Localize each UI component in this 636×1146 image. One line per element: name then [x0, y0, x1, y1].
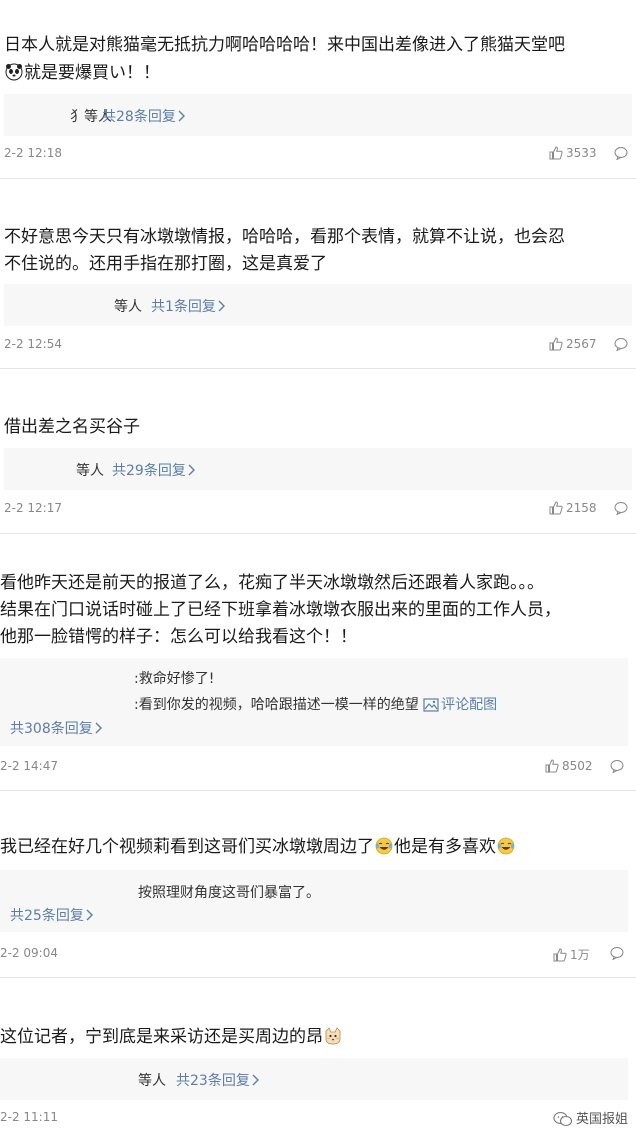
- divider: [0, 178, 636, 179]
- comment-time: 2-2 11:11: [0, 1110, 58, 1124]
- comment-time: 2-2 14:47: [0, 759, 58, 773]
- view-replies-link[interactable]: 共308条回复: [10, 718, 103, 738]
- reply-preview-box[interactable]: 等人 共1条回复: [4, 284, 632, 326]
- panda-emoji-icon: [5, 61, 23, 81]
- image-icon: [423, 698, 439, 712]
- comment-text-line: 不好意思今天只有冰墩墩情报，哈哈哈，看那个表情，就算不让说，也会忍: [4, 227, 565, 247]
- divider: [0, 790, 636, 791]
- comment-bubble-icon[interactable]: [610, 946, 624, 960]
- comment-text-line: 日本人就是对熊猫毫无抵抗力啊哈哈哈哈！来中国出差像进入了熊猫天堂吧: [4, 35, 565, 55]
- reply-preview-box[interactable]: 等人 共23条回复: [0, 1058, 628, 1100]
- thumbs-up-icon: [549, 337, 563, 351]
- chevron-right-icon: [95, 722, 102, 734]
- comment-bubble-icon[interactable]: [610, 759, 624, 773]
- like-button[interactable]: 2158: [549, 501, 597, 515]
- view-replies-link[interactable]: 共23条回复: [176, 1070, 260, 1090]
- thumbs-up-icon: [549, 501, 563, 515]
- comment-bubble-icon[interactable]: [614, 337, 628, 351]
- divider: [0, 533, 636, 534]
- comment-text-line: 他那一脸错愕的样子：怎么可以给我看这个！！: [0, 627, 357, 647]
- reply-authors: 等人: [114, 299, 142, 315]
- comment-bubble-icon[interactable]: [614, 501, 628, 515]
- thumbs-up-icon: [549, 146, 563, 160]
- view-replies-link[interactable]: 共25条回复: [10, 905, 94, 925]
- reply-authors: 等人: [76, 463, 104, 479]
- comment-text: 就是要爆買い！！: [24, 63, 160, 83]
- like-button[interactable]: 8502: [545, 759, 593, 773]
- reply-preview-box[interactable]: 按照理财角度这哥们暴富了。 共25条回复: [0, 870, 628, 932]
- reply-preview-box[interactable]: 犭等人 共28条回复: [4, 94, 632, 136]
- thumbs-up-icon: [553, 948, 567, 962]
- reply-authors: 等人: [138, 1073, 166, 1089]
- thumbs-up-icon: [545, 759, 559, 773]
- like-button[interactable]: 3533: [549, 146, 597, 160]
- chevron-right-icon: [218, 300, 225, 312]
- divider: [0, 977, 636, 978]
- comment-bubble-icon[interactable]: [614, 146, 628, 160]
- comment-image-link[interactable]: 评论配图: [441, 697, 497, 713]
- chevron-right-icon: [252, 1074, 259, 1086]
- laughing-crying-emoji-icon: [497, 835, 515, 855]
- comment-text-line: 就是要爆買い！！: [4, 58, 160, 88]
- comment-text-line: 结果在门口说话时碰上了已经下班拿着冰墩墩衣服出来的里面的工作人员，: [0, 600, 561, 620]
- chevron-right-icon: [86, 909, 93, 921]
- reply-preview-box[interactable]: :救命好惨了! :看到你发的视频，哈哈跟描述一模一样的绝望 评论配图 共308条…: [0, 658, 628, 746]
- like-button[interactable]: 1万: [553, 946, 590, 963]
- reply-preview-box[interactable]: 等人 共29条回复: [4, 448, 632, 490]
- reply-text: 按照理财角度这哥们暴富了。: [138, 885, 320, 901]
- comment-text-line: 我已经在好几个视频莉看到这哥们买冰墩墩周边了 他是有多喜欢: [0, 832, 516, 862]
- comment-text-line: 不住说的。还用手指在那打圈，这是真爱了: [4, 254, 327, 274]
- wechat-icon: [553, 1111, 573, 1127]
- comment-text-line: 借出差之名买谷子: [4, 417, 140, 437]
- comment-time: 2-2 09:04: [0, 946, 58, 960]
- view-replies-link[interactable]: 共1条回复: [151, 296, 226, 316]
- view-replies-link[interactable]: 共29条回复: [112, 460, 196, 480]
- view-replies-link[interactable]: 共28条回复: [102, 106, 186, 126]
- chevron-right-icon: [188, 464, 195, 476]
- comment-time: 2-2 12:54: [4, 337, 62, 351]
- like-button[interactable]: 2567: [549, 337, 597, 351]
- divider: [0, 368, 636, 369]
- reply-text: :救命好惨了!: [134, 671, 215, 687]
- comment-text-line: 这位记者，宁到底是来采访还是买周边的昂: [0, 1022, 343, 1052]
- laughing-crying-emoji-icon: [375, 835, 393, 855]
- comment-time: 2-2 12:17: [4, 501, 62, 515]
- reply-text: :看到你发的视频，哈哈跟描述一模一样的绝望 评论配图: [134, 697, 498, 713]
- cat-emoji-icon: [324, 1025, 342, 1045]
- watermark: 英国报姐: [553, 1108, 628, 1127]
- comment-time: 2-2 12:18: [4, 146, 62, 160]
- chevron-right-icon: [178, 110, 185, 122]
- comment-text-line: 看他昨天还是前天的报道了么，花痴了半天冰墩墩然后还跟着人家跑。。。: [0, 573, 544, 593]
